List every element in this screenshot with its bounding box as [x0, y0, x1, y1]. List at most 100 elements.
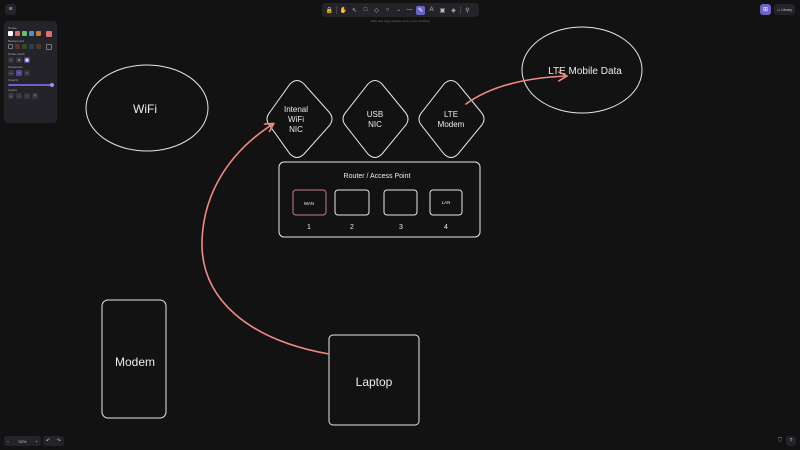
- tool-more[interactable]: ⚲: [463, 6, 472, 15]
- stroke-swatch-green[interactable]: [22, 31, 27, 36]
- tool-image[interactable]: ▣: [438, 6, 447, 15]
- arrow-lte-modem-to-lte-data[interactable]: [465, 76, 566, 105]
- usb-nic-line-1: USB: [367, 110, 383, 119]
- dot-medium-icon: ●: [17, 57, 21, 62]
- straight-line-icon: ―: [9, 70, 13, 75]
- image-icon: ▣: [439, 7, 446, 14]
- lte-modem-diamond[interactable]: LTE Modem: [418, 80, 485, 158]
- port-4-number: 4: [444, 224, 448, 231]
- stroke-swatch-white[interactable]: [8, 31, 13, 36]
- stroke-width-extra-bold[interactable]: ⬤: [24, 56, 30, 63]
- zoom-level[interactable]: 52%: [18, 439, 26, 444]
- drawing-canvas[interactable]: WiFi LTE Mobile Data Intenal WiFi NIC US…: [0, 0, 800, 450]
- stroke-width-thin[interactable]: •: [8, 56, 14, 63]
- main-menu-button[interactable]: ≡: [5, 4, 16, 15]
- plus-icon: +: [35, 438, 38, 444]
- share-button[interactable]: ⊞: [760, 4, 771, 15]
- text-icon: A: [429, 7, 434, 13]
- toolbar-hint: Click and drag, release when you're fini…: [370, 19, 430, 23]
- bg-swatch-green[interactable]: [22, 44, 27, 49]
- shape-toolbar: 🔒 ✋ ↖ □ ◇ ○ → — ✎ A ▣ ◈ ⚲: [322, 3, 479, 17]
- tool-eraser[interactable]: ◈: [449, 6, 458, 15]
- lte-modem-line-1: LTE: [444, 110, 458, 119]
- port-1-label: WAN: [304, 201, 314, 206]
- send-backward-button[interactable]: ↓: [16, 92, 22, 99]
- lte-mobile-data-ellipse[interactable]: LTE Mobile Data: [521, 26, 643, 114]
- modem-label: Modem: [115, 355, 155, 369]
- wifi-label: WiFi: [133, 102, 157, 116]
- stroke-swatch-orange[interactable]: [36, 31, 41, 36]
- bring-to-front-button[interactable]: ⤒: [32, 92, 38, 99]
- tool-lock[interactable]: 🔒: [325, 6, 334, 15]
- diamond-icon: ◇: [374, 7, 379, 14]
- tool-diamond[interactable]: ◇: [372, 6, 381, 15]
- port-1[interactable]: WAN 1: [292, 189, 327, 231]
- wifi-ellipse[interactable]: WiFi: [85, 64, 209, 152]
- bring-to-front-icon: ⤒: [34, 93, 36, 98]
- bg-swatch-orange[interactable]: [36, 44, 41, 49]
- tool-arrow[interactable]: →: [394, 6, 403, 15]
- current-bg-swatch[interactable]: [46, 43, 52, 50]
- port-3[interactable]: 3: [383, 189, 418, 231]
- hand-icon: ✋: [339, 7, 348, 14]
- more-tools-icon: ⚲: [465, 7, 470, 14]
- toolbar-divider: [336, 6, 337, 14]
- line-icon: —: [406, 7, 413, 13]
- internal-wifi-nic-diamond[interactable]: Intenal WiFi NIC: [266, 80, 333, 158]
- port-2-number: 2: [350, 224, 354, 231]
- stroke-color-row: [8, 30, 53, 37]
- bg-swatch-blue[interactable]: [29, 44, 34, 49]
- opacity-slider[interactable]: [8, 83, 54, 87]
- toolbar-divider: [460, 6, 461, 14]
- port-1-number: 1: [307, 224, 311, 231]
- selection-icon: ↖: [351, 7, 358, 14]
- modem-box[interactable]: Modem: [101, 299, 167, 419]
- tool-line[interactable]: —: [405, 6, 414, 15]
- library-label: Library: [781, 7, 792, 12]
- bg-swatch-transparent[interactable]: [8, 44, 13, 49]
- help-icon: ?: [789, 438, 793, 444]
- lte-modem-line-2: Modem: [438, 120, 465, 129]
- undo-button[interactable]: ↶: [46, 438, 50, 444]
- sloppiness-architect[interactable]: ―: [8, 69, 14, 76]
- properties-panel: Stroke Background Stroke width • ● ⬤ Slo…: [4, 21, 57, 123]
- eraser-icon: ◈: [451, 7, 456, 14]
- lock-icon: 🔒: [325, 7, 334, 14]
- zoom-in-button[interactable]: +: [36, 439, 38, 444]
- opacity-slider-handle[interactable]: [50, 83, 54, 87]
- tool-pencil[interactable]: ✎: [416, 5, 425, 15]
- pencil-icon: ✎: [417, 7, 424, 14]
- tool-ellipse[interactable]: ○: [383, 6, 392, 15]
- shield-icon: ⛉: [777, 437, 783, 444]
- arrow-laptop-to-internal-nic[interactable]: [201, 124, 330, 355]
- send-to-back-button[interactable]: ⤓: [8, 92, 14, 99]
- sloppiness-cartoonist[interactable]: ≈: [24, 69, 30, 76]
- help-button[interactable]: ?: [786, 436, 796, 446]
- library-button[interactable]: ▭ Library: [774, 4, 795, 15]
- port-2[interactable]: 2: [334, 189, 370, 231]
- tool-selection[interactable]: ↖: [350, 6, 359, 15]
- current-stroke-swatch[interactable]: [46, 30, 52, 37]
- tool-text[interactable]: A: [427, 6, 436, 15]
- encryption-button[interactable]: ⛉: [776, 437, 784, 445]
- layers-row: ⤓ ↓ ↑ ⤒: [8, 92, 53, 99]
- redo-button[interactable]: ↷: [57, 438, 61, 444]
- laptop-label: Laptop: [356, 375, 393, 389]
- laptop-box[interactable]: Laptop: [328, 334, 420, 426]
- collab-icon: ⊞: [762, 7, 769, 13]
- bring-forward-button[interactable]: ↑: [24, 92, 30, 99]
- stroke-width-bold[interactable]: ●: [16, 56, 22, 63]
- usb-nic-diamond[interactable]: USB NIC: [342, 80, 409, 158]
- sloppiness-artist[interactable]: ∼: [16, 69, 22, 76]
- dot-large-icon: ⬤: [25, 57, 29, 62]
- bg-swatch-red[interactable]: [15, 44, 20, 49]
- tool-hand[interactable]: ✋: [339, 6, 348, 15]
- port-4[interactable]: LAN 4: [429, 189, 463, 231]
- arrow-icon: →: [395, 7, 402, 13]
- ellipse-icon: ○: [385, 7, 390, 13]
- wave-line-icon: ∼: [17, 70, 21, 75]
- stroke-swatch-red[interactable]: [15, 31, 20, 36]
- zoom-out-button[interactable]: −: [7, 439, 9, 444]
- stroke-swatch-blue[interactable]: [29, 31, 34, 36]
- tool-rectangle[interactable]: □: [361, 6, 370, 15]
